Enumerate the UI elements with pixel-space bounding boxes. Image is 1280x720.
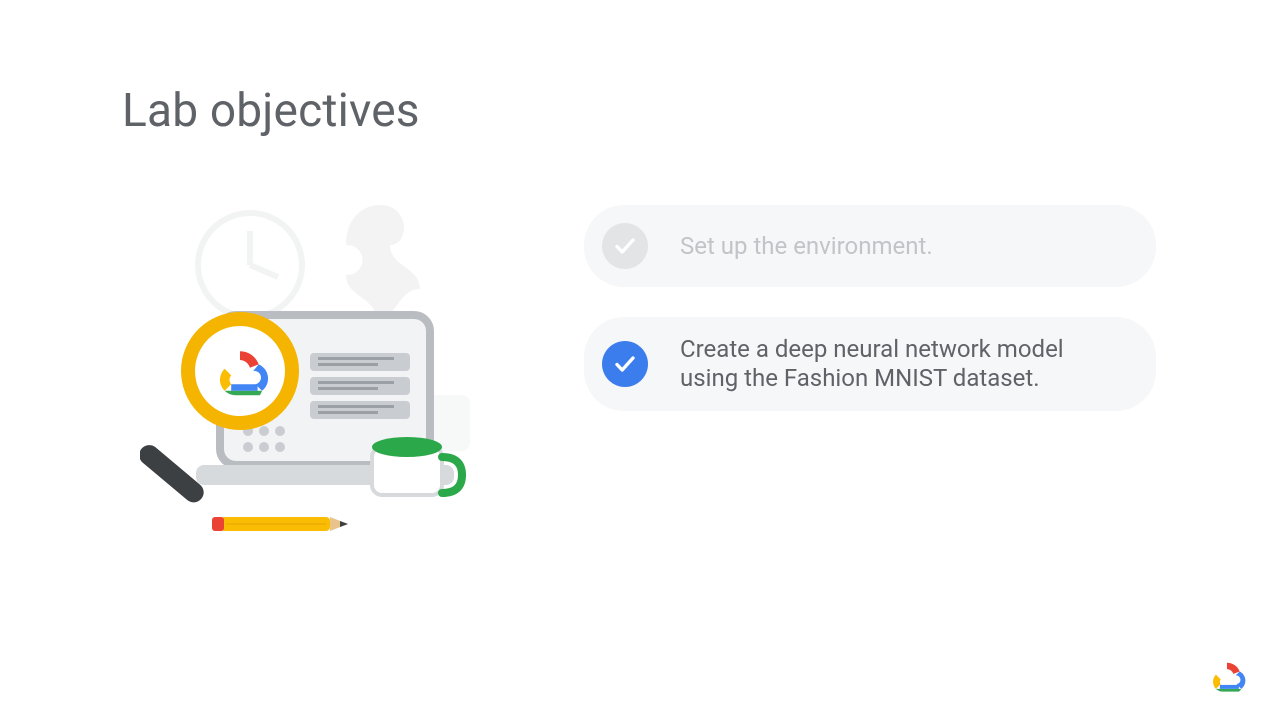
page-title: Lab objectives xyxy=(122,84,420,138)
objective-item-1: Set up the environment. xyxy=(584,205,1156,287)
check-icon xyxy=(602,341,648,387)
objective-label: Set up the environment. xyxy=(680,232,1122,261)
objective-item-2: Create a deep neural network model using… xyxy=(584,317,1156,411)
check-icon xyxy=(602,223,648,269)
objective-label: Create a deep neural network model using… xyxy=(680,335,1122,393)
slide: Lab objectives xyxy=(0,0,1280,720)
objectives-list: Set up the environment. Create a deep ne… xyxy=(584,205,1156,411)
lab-illustration xyxy=(140,195,500,555)
google-cloud-logo xyxy=(1208,658,1246,696)
